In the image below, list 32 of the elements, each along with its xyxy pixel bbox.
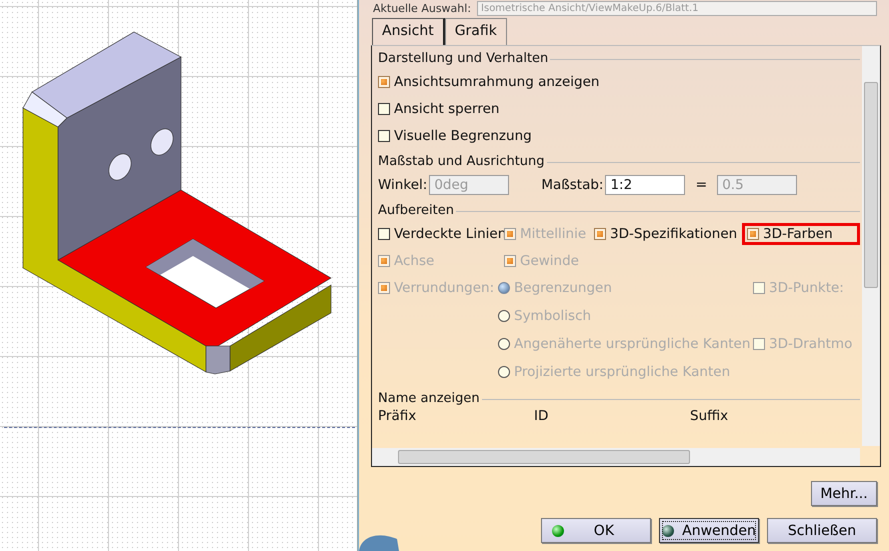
angle-label: Winkel: [378, 176, 428, 192]
section-title: Darstellung und Verhalten [378, 50, 548, 66]
checkbox-label: Visuelle Begrenzung [394, 128, 532, 144]
checkbox-label: Gewinde [520, 252, 579, 268]
radio-label: Symbolisch [514, 308, 592, 324]
scale-field[interactable]: 1:2 [605, 174, 686, 194]
tab[interactable]: Ansicht [372, 18, 445, 45]
section-title: Maßstab und Ausrichtung [378, 154, 545, 168]
apply-button[interactable]: Anwenden [659, 518, 759, 543]
checkbox-label: 3D-Spezifikationen [610, 226, 738, 242]
radio-label: Angenäherte ursprüngliche Kanten [514, 336, 750, 352]
section-title: Aufbereiten [378, 202, 454, 218]
column-header: Präfix [378, 408, 418, 426]
section-title: Name anzeigen [378, 390, 480, 406]
scale-label: Maßstab: [541, 176, 604, 192]
checkbox-label: 3D-Drahtmo [769, 336, 852, 352]
checkbox-label: Ansichtsumrahmung anzeigen [394, 74, 600, 90]
more-button[interactable]: Mehr... [811, 481, 877, 506]
checkbox-label: Achse [394, 252, 434, 268]
equals-sign: = [695, 176, 708, 192]
checkbox-label: 3D-Farben [763, 226, 833, 242]
ok-button[interactable]: OK [541, 518, 651, 543]
radio-label: Projizierte ursprüngliche Kanten [514, 364, 730, 380]
checkbox-label: Ansicht sperren [394, 100, 500, 116]
radio-label: Begrenzungen [514, 280, 612, 296]
column-header: ID [534, 408, 550, 426]
close-button[interactable]: Schließen [767, 518, 877, 543]
checkbox-label: 3D-Punkte: [769, 280, 844, 296]
checkbox-label: Mittellinie [520, 226, 586, 242]
selection-label: Aktuelle Auswahl: [373, 2, 472, 15]
checkbox-label: Verrundungen: [394, 280, 494, 296]
column-header: Suffix [690, 408, 730, 426]
